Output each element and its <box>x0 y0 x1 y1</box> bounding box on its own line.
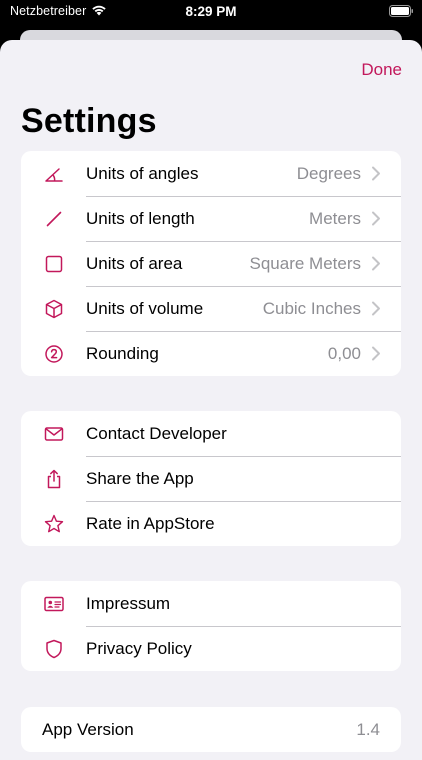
chevron-right-icon <box>372 256 380 271</box>
units-of-angles-row[interactable]: Units of angles Degrees <box>21 151 401 196</box>
row-value: Cubic Inches <box>262 298 361 318</box>
version-group: App Version 1.4 <box>21 707 401 752</box>
row-label: Units of angles <box>86 163 199 183</box>
battery-icon <box>389 5 413 17</box>
row-value: 0,00 <box>327 343 361 363</box>
chevron-right-icon <box>372 346 380 361</box>
square-icon <box>43 253 65 275</box>
row-label: Rounding <box>86 343 159 363</box>
envelope-icon <box>43 423 65 445</box>
share-app-row[interactable]: Share the App <box>21 456 401 501</box>
row-value: Degrees <box>296 163 361 183</box>
privacy-policy-row[interactable]: Privacy Policy <box>21 626 401 671</box>
id-card-icon <box>43 593 65 615</box>
shield-icon <box>43 638 65 660</box>
status-bar: Netzbetreiber 8:29 PM <box>0 0 422 24</box>
units-of-length-row[interactable]: Units of length Meters <box>21 196 401 241</box>
units-of-volume-row[interactable]: Units of volume Cubic Inches <box>21 286 401 331</box>
units-group: Units of angles Degrees Units of length … <box>21 151 401 376</box>
impressum-row[interactable]: Impressum <box>21 581 401 626</box>
chevron-right-icon <box>372 301 380 316</box>
row-label: Units of area <box>86 253 183 273</box>
row-label: Share the App <box>86 468 194 488</box>
row-label: Rate in AppStore <box>86 513 215 533</box>
rounding-row[interactable]: Rounding 0,00 <box>21 331 401 376</box>
row-label: Impressum <box>86 593 171 613</box>
contact-developer-row[interactable]: Contact Developer <box>21 411 401 456</box>
star-icon <box>43 513 65 535</box>
cube-icon <box>43 298 65 320</box>
units-of-area-row[interactable]: Units of area Square Meters <box>21 241 401 286</box>
actions-group: Contact Developer Share the App Rate in … <box>21 411 401 546</box>
done-button[interactable]: Done <box>361 60 402 80</box>
share-icon <box>43 468 65 490</box>
angle-icon <box>43 163 65 185</box>
number-two-circle-icon <box>43 343 65 365</box>
app-version-row: App Version 1.4 <box>21 707 401 752</box>
row-value: Square Meters <box>249 253 362 273</box>
row-label: App Version <box>42 719 134 739</box>
row-label: Privacy Policy <box>86 638 192 658</box>
chevron-right-icon <box>372 166 380 181</box>
row-label: Units of volume <box>86 298 204 318</box>
settings-sheet: Done Settings Units of angles Degrees Un… <box>0 40 422 760</box>
app-version-value: 1.4 <box>356 719 380 739</box>
row-value: Meters <box>309 208 361 228</box>
status-time: 8:29 PM <box>185 4 237 19</box>
legal-group: Impressum Privacy Policy <box>21 581 401 671</box>
rate-appstore-row[interactable]: Rate in AppStore <box>21 501 401 546</box>
chevron-right-icon <box>372 211 380 226</box>
length-icon <box>43 208 65 230</box>
row-label: Contact Developer <box>86 423 227 443</box>
row-label: Units of length <box>86 208 195 228</box>
page-title: Settings <box>21 102 157 140</box>
